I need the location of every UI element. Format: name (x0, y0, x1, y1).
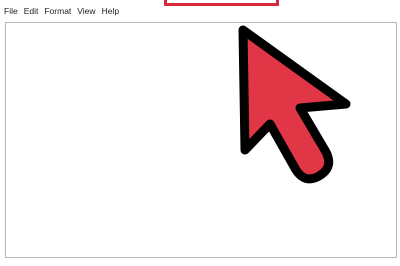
menu-edit[interactable]: Edit (24, 0, 39, 22)
menu-help[interactable]: Help (102, 0, 119, 22)
menu-view[interactable]: View (77, 0, 95, 22)
menu-format[interactable]: Format (44, 0, 71, 22)
highlight-box (164, 0, 279, 6)
text-editor-area[interactable] (5, 22, 397, 258)
menu-file[interactable]: File (4, 0, 18, 22)
notepad-window: File Edit Format View Help (0, 0, 400, 266)
